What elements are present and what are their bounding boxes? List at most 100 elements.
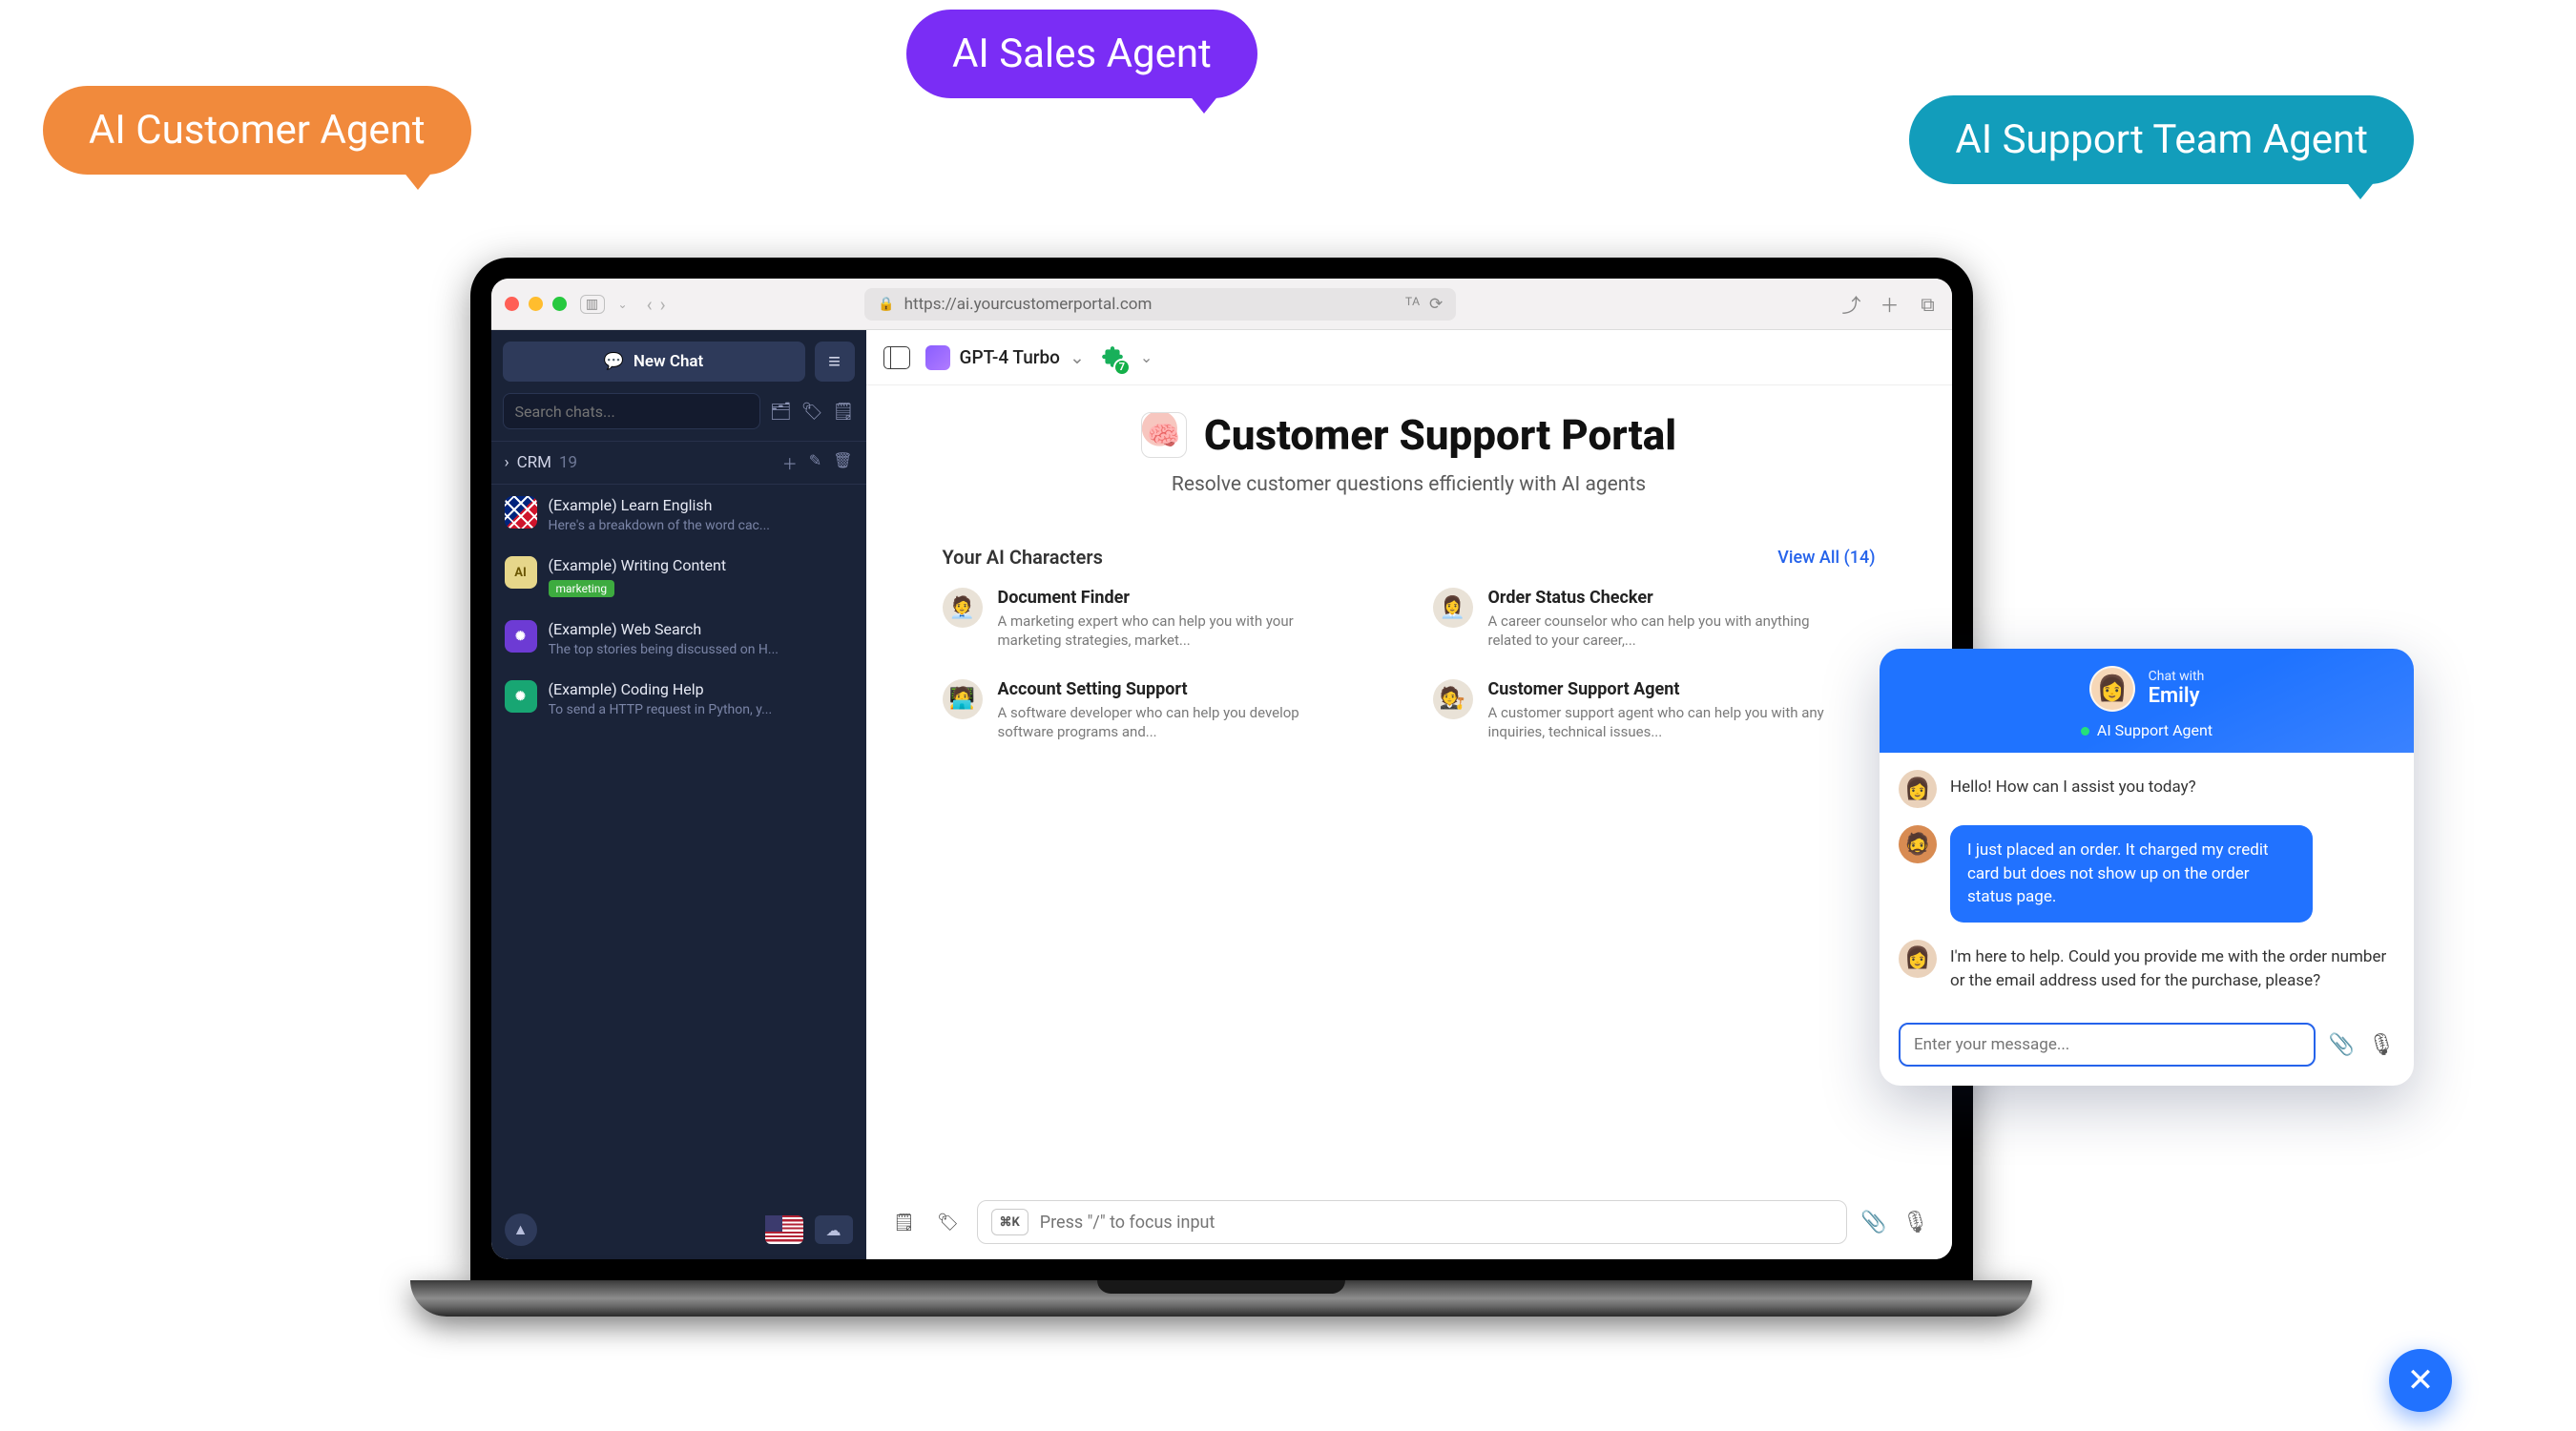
character-card[interactable]: 👩‍💼 Order Status Checker A career counse… [1433,588,1876,651]
keyboard-shortcut-badge: ⌘K [991,1209,1028,1235]
attach-icon[interactable]: 📎 [1860,1211,1886,1234]
view-all-link[interactable]: View All (14) [1777,548,1875,568]
search-input-wrapper[interactable] [503,393,760,429]
close-window-icon[interactable] [505,297,519,311]
brain-icon: 🧠 [1141,412,1187,458]
chevron-right-icon: › [505,453,509,472]
page-subtitle: Resolve customer questions efficiently w… [914,473,1904,496]
chat-with-label: Chat with [2149,669,2205,684]
chat-input-wrapper[interactable] [1899,1023,2316,1067]
bubble-sales-label: AI Sales Agent [952,31,1212,77]
share-icon[interactable]: ⤴ [1840,294,1861,315]
composer-input-wrapper[interactable]: ⌘K [977,1200,1848,1244]
tabs-overview-icon[interactable]: ⧉ [1917,294,1938,315]
new-chat-label: New Chat [634,352,703,371]
prompt-library-icon[interactable]: 🗒 [889,1207,920,1237]
delete-icon[interactable]: 🗑 [833,451,852,474]
url-text: https://ai.yourcustomerportal.com [904,295,1153,314]
chat-input[interactable] [1914,1035,2300,1054]
add-icon[interactable]: ＋ [782,451,798,474]
chat-subtitle: The top stories being discussed on H... [549,642,779,657]
sidebar-toggle-icon[interactable]: ▥ [580,295,605,314]
model-name: GPT-4 Turbo [960,346,1060,368]
bubble-support-team-label: AI Support Team Agent [1955,116,2368,163]
translate-icon[interactable]: ᵀᴬ [1405,295,1420,314]
page-title: Customer Support Portal [1204,410,1676,460]
sidebar: 💬 New Chat ≡ 🗂 🏷 🗒 [491,330,866,1259]
chat-item[interactable]: (Example) Learn English Here's a breakdo… [491,485,866,545]
tag-prompt-icon[interactable]: 🏷 [933,1207,964,1237]
composer-input[interactable] [1040,1213,1833,1233]
chat-item[interactable]: AI (Example) Writing Content marketing [491,545,866,609]
browser-chrome: ▥ ⌄ ‹ › 🔒 https://ai.yourcustomerportal.… [491,279,1952,330]
bubble-support-team-agent: AI Support Team Agent [1909,95,2414,184]
chat-item[interactable]: ✺ (Example) Web Search The top stories b… [491,609,866,669]
avatar-icon: 🧑‍⚖️ [1433,679,1473,719]
panel-toggle-icon[interactable] [883,346,910,369]
message-user: 🧔 I just placed an order. It charged my … [1899,825,2395,923]
agent-avatar: 👩 [2089,666,2135,712]
character-title: Customer Support Agent [1488,679,1832,699]
message-agent: 👩 I'm here to help. Could you provide me… [1899,940,2395,992]
plugin-count-badge: 7 [1113,359,1131,376]
maximize-window-icon[interactable] [552,297,567,311]
tag-icon[interactable]: 🏷 [801,402,823,422]
character-title: Document Finder [998,588,1341,608]
mic-icon[interactable]: 🎙 [2368,1033,2395,1057]
web-icon: ✺ [505,620,537,653]
character-card[interactable]: 🧑‍💻 Account Setting Support A software d… [943,679,1385,742]
online-status-icon [2081,727,2089,736]
character-card[interactable]: 🧑‍💼 Document Finder A marketing expert w… [943,588,1385,651]
agent-avatar-small: 👩 [1899,940,1937,978]
search-input[interactable] [515,403,748,421]
attach-icon[interactable]: 📎 [2329,1033,2355,1057]
nav-back-icon[interactable]: ‹ [647,293,653,316]
mic-icon[interactable]: 🎙 [1902,1211,1929,1234]
character-desc: A career counselor who can help you with… [1488,612,1832,651]
folder-crm[interactable]: › CRM 19 ＋ ✎ 🗑 [491,441,866,485]
menu-button[interactable]: ≡ [815,342,855,382]
screen: ▥ ⌄ ‹ › 🔒 https://ai.yourcustomerportal.… [491,279,1952,1259]
composer: 🗒 🏷 ⌘K 📎 🎙 [866,1185,1952,1259]
nav-forward-icon[interactable]: › [660,293,666,316]
message-bubble: I just placed an order. It charged my cr… [1950,825,2313,923]
sidebar-menu-chevron-icon[interactable]: ⌄ [618,298,628,311]
avatar-icon: 👩‍💼 [1433,588,1473,628]
minimize-window-icon[interactable] [529,297,543,311]
note-icon[interactable]: 🗒 [833,402,855,422]
agent-avatar-small: 👩 [1899,770,1937,808]
scroll-up-button[interactable]: ▲ [505,1213,537,1246]
agent-status-text: AI Support Agent [2097,721,2212,739]
chat-item[interactable]: ✺ (Example) Coding Help To send a HTTP r… [491,669,866,729]
hero: 🧠 Customer Support Portal Resolve custom… [866,385,1952,496]
chat-widget-body: 👩 Hello! How can I assist you today? 🧔 I… [1880,753,2414,1009]
bubble-customer-agent: AI Customer Agent [43,86,471,175]
model-selector[interactable]: GPT-4 Turbo ⌄ [925,345,1085,370]
uk-flag-icon [505,496,537,529]
plugins-button[interactable]: 7 [1100,345,1125,370]
chevron-down-icon: ⌄ [1070,346,1085,368]
reload-icon[interactable]: ⟳ [1429,295,1443,314]
character-desc: A marketing expert who can help you with… [998,612,1341,651]
avatar-icon: 🧑‍💻 [943,679,983,719]
chevron-down-icon[interactable]: ⌄ [1140,348,1153,366]
character-desc: A customer support agent who can help yo… [1488,703,1832,742]
character-card[interactable]: 🧑‍⚖️ Customer Support Agent A customer s… [1433,679,1876,742]
traffic-lights[interactable] [505,297,567,311]
language-flag-icon[interactable] [765,1215,803,1244]
new-tab-icon[interactable]: ＋ [1879,294,1900,315]
message-text: Hello! How can I assist you today? [1950,770,2196,799]
folder-count: 19 [559,453,577,472]
cloud-sync-icon[interactable]: ☁ [815,1215,853,1244]
chat-widget-header: 👩 Chat with Emily AI Support Agent [1880,649,2414,753]
chat-title: (Example) Coding Help [549,680,773,698]
laptop-base [410,1280,2032,1317]
edit-icon[interactable]: ✎ [809,451,821,474]
agent-name: Emily [2149,684,2205,708]
sidebar-footer: ▲ ☁ [491,1200,866,1259]
character-title: Order Status Checker [1488,588,1832,608]
url-bar[interactable]: 🔒 https://ai.yourcustomerportal.com ᵀᴬ ⟳ [864,288,1456,321]
new-chat-button[interactable]: 💬 New Chat [503,342,805,382]
chat-launcher-button[interactable]: ✕ [2389,1349,2452,1412]
new-folder-icon[interactable]: 🗂 [770,402,792,422]
